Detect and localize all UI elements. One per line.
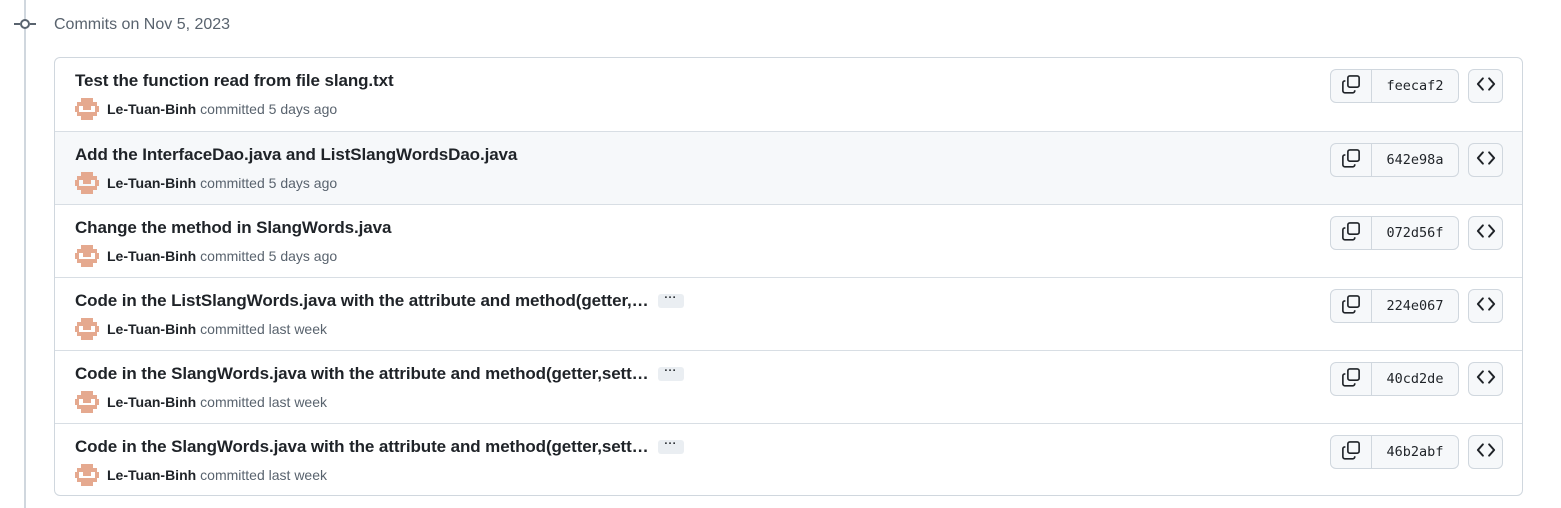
sha-group: feecaf2 xyxy=(1330,69,1459,103)
copy-sha-button[interactable] xyxy=(1331,217,1372,249)
browse-repo-button[interactable] xyxy=(1468,216,1503,250)
browse-repo-button[interactable] xyxy=(1468,362,1503,396)
copy-sha-button[interactable] xyxy=(1331,144,1372,176)
code-icon xyxy=(1476,221,1496,246)
sha-group: 40cd2de xyxy=(1330,362,1459,396)
copy-icon xyxy=(1341,294,1361,319)
browse-repo-button[interactable] xyxy=(1468,69,1503,103)
commit-title-link[interactable]: Code in the SlangWords.java with the att… xyxy=(75,364,649,384)
commit-title-link[interactable]: Change the method in SlangWords.java xyxy=(75,218,391,238)
commit-meta: Le-Tuan-Binh committed last week xyxy=(75,391,327,413)
sha-group: 642e98a xyxy=(1330,143,1459,177)
avatar[interactable] xyxy=(75,318,99,340)
commit-meta: Le-Tuan-Binh committed last week xyxy=(75,318,327,340)
author-link[interactable]: Le-Tuan-Binh xyxy=(107,467,196,483)
author-link[interactable]: Le-Tuan-Binh xyxy=(107,175,196,191)
author-link[interactable]: Le-Tuan-Binh xyxy=(107,101,196,117)
copy-icon xyxy=(1341,440,1361,465)
commit-time: 5 days ago xyxy=(268,101,338,117)
commit-title-link[interactable]: Code in the ListSlangWords.java with the… xyxy=(75,291,649,311)
commit-verb: committed xyxy=(200,101,265,117)
commit-sha-link[interactable]: feecaf2 xyxy=(1372,70,1458,102)
copy-sha-button[interactable] xyxy=(1331,363,1372,395)
copy-sha-button[interactable] xyxy=(1331,436,1372,468)
commit-row: Code in the SlangWords.java with the att… xyxy=(55,350,1522,423)
code-icon xyxy=(1476,148,1496,173)
author-link[interactable]: Le-Tuan-Binh xyxy=(107,248,196,264)
commit-time: 5 days ago xyxy=(268,175,338,191)
copy-icon xyxy=(1341,367,1361,392)
timeline-line xyxy=(24,0,26,508)
commit-row: Change the method in SlangWords.java Le-… xyxy=(55,204,1522,277)
avatar[interactable] xyxy=(75,391,99,413)
commit-verb: committed xyxy=(200,175,265,191)
commit-title-link[interactable]: Test the function read from file slang.t… xyxy=(75,71,394,91)
expand-description-button[interactable]: ··· xyxy=(657,439,684,454)
commit-meta: Le-Tuan-Binh committed last week xyxy=(75,464,327,486)
browse-repo-button[interactable] xyxy=(1468,143,1503,177)
sha-group: 46b2abf xyxy=(1330,435,1459,469)
commit-time: last week xyxy=(268,467,327,483)
code-icon xyxy=(1476,367,1496,392)
commit-row: Add the InterfaceDao.java and ListSlangW… xyxy=(55,131,1522,204)
copy-icon xyxy=(1341,221,1361,246)
commit-verb: committed xyxy=(200,467,265,483)
commit-row: Code in the SlangWords.java with the att… xyxy=(55,423,1522,495)
avatar[interactable] xyxy=(75,98,99,120)
sha-group: 072d56f xyxy=(1330,216,1459,250)
expand-description-button[interactable]: ··· xyxy=(657,366,684,381)
commit-list: Test the function read from file slang.t… xyxy=(54,57,1523,496)
expand-description-button[interactable]: ··· xyxy=(657,293,684,308)
commit-sha-link[interactable]: 642e98a xyxy=(1372,144,1458,176)
browse-repo-button[interactable] xyxy=(1468,289,1503,323)
commit-row: Code in the ListSlangWords.java with the… xyxy=(55,277,1522,350)
commit-verb: committed xyxy=(200,394,265,410)
author-link[interactable]: Le-Tuan-Binh xyxy=(107,394,196,410)
commit-time: 5 days ago xyxy=(268,248,338,264)
commit-meta: Le-Tuan-Binh committed 5 days ago xyxy=(75,245,337,267)
commit-title-link[interactable]: Code in the SlangWords.java with the att… xyxy=(75,437,649,457)
sha-group: 224e067 xyxy=(1330,289,1459,323)
commit-time: last week xyxy=(268,321,327,337)
copy-sha-button[interactable] xyxy=(1331,70,1372,102)
git-commit-icon xyxy=(14,15,36,33)
commit-verb: committed xyxy=(200,248,265,264)
commit-sha-link[interactable]: 072d56f xyxy=(1372,217,1458,249)
commit-verb: committed xyxy=(200,321,265,337)
code-icon xyxy=(1476,440,1496,465)
browse-repo-button[interactable] xyxy=(1468,435,1503,469)
commit-row: Test the function read from file slang.t… xyxy=(55,58,1522,131)
commit-sha-link[interactable]: 46b2abf xyxy=(1372,436,1458,468)
author-link[interactable]: Le-Tuan-Binh xyxy=(107,321,196,337)
commit-sha-link[interactable]: 40cd2de xyxy=(1372,363,1458,395)
commit-title-link[interactable]: Add the InterfaceDao.java and ListSlangW… xyxy=(75,145,517,165)
copy-sha-button[interactable] xyxy=(1331,290,1372,322)
commit-sha-link[interactable]: 224e067 xyxy=(1372,290,1458,322)
code-icon xyxy=(1476,294,1496,319)
commit-group-header: Commits on Nov 5, 2023 xyxy=(54,16,231,33)
copy-icon xyxy=(1341,148,1361,173)
commit-meta: Le-Tuan-Binh committed 5 days ago xyxy=(75,172,337,194)
commit-time: last week xyxy=(268,394,327,410)
commit-meta: Le-Tuan-Binh committed 5 days ago xyxy=(75,98,337,120)
avatar[interactable] xyxy=(75,245,99,267)
code-icon xyxy=(1476,74,1496,99)
avatar[interactable] xyxy=(75,172,99,194)
copy-icon xyxy=(1341,74,1361,99)
avatar[interactable] xyxy=(75,464,99,486)
